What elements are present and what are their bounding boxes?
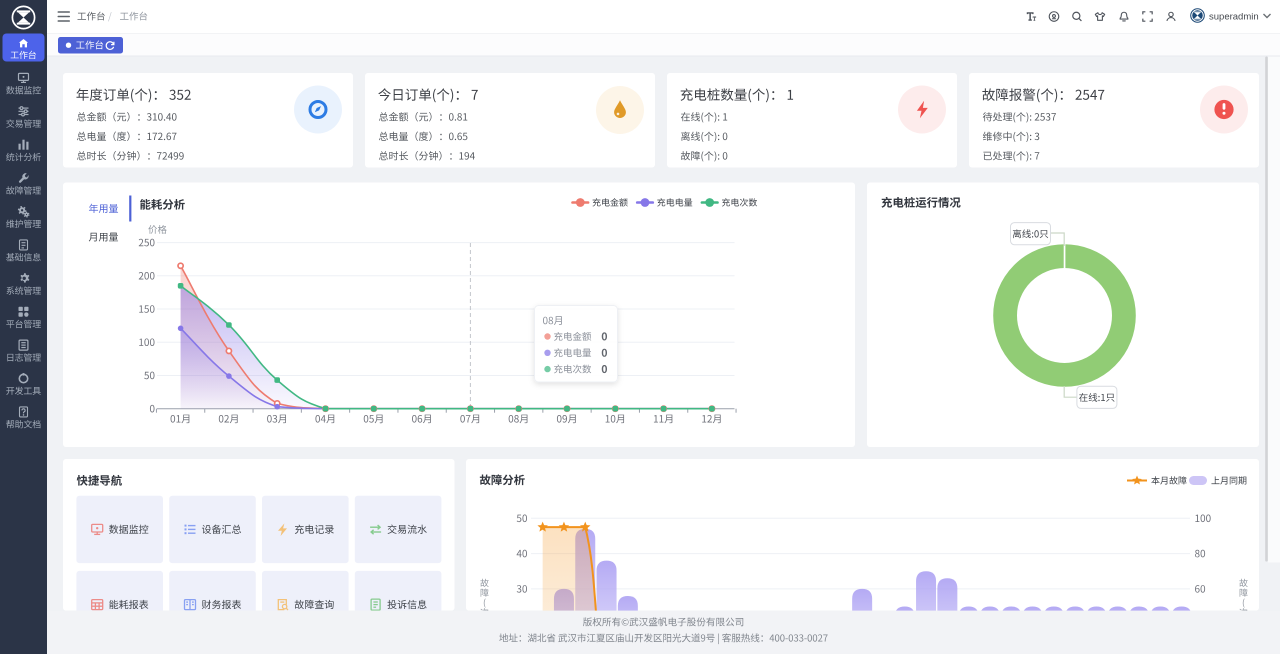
svg-text:superadmin: superadmin — [1209, 12, 1259, 23]
